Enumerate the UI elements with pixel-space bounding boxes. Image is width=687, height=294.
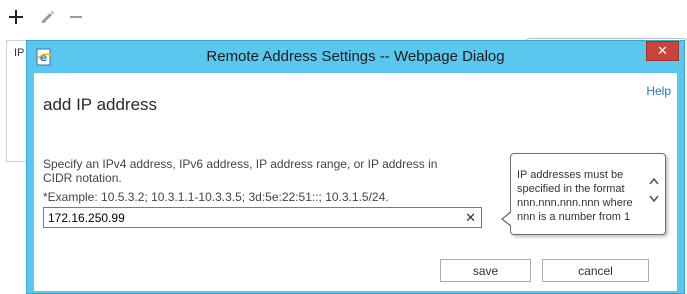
clear-input-icon[interactable]: ✕ xyxy=(465,209,476,226)
background-toolbar xyxy=(0,0,687,36)
background-panel: IP xyxy=(6,40,27,162)
dialog-content: add IP address Help Specify an IPv4 addr… xyxy=(34,73,677,291)
cancel-button[interactable]: cancel xyxy=(542,259,649,282)
pencil-icon[interactable] xyxy=(38,6,58,28)
tooltip-scroll-down-icon[interactable] xyxy=(647,194,661,206)
example-text: *Example: 10.5.3.2; 10.3.1.1-10.3.3.5; 3… xyxy=(43,190,389,204)
page-title: add IP address xyxy=(43,95,158,114)
tooltip-text: IP addresses must be specified in the fo… xyxy=(517,169,633,223)
ip-address-input[interactable] xyxy=(44,208,458,227)
plus-icon[interactable] xyxy=(6,6,26,28)
close-button[interactable]: ✕ xyxy=(646,41,679,61)
instructions-text: Specify an IPv4 address, IPv6 address, I… xyxy=(43,157,438,185)
remote-address-dialog: e Remote Address Settings -- Webpage Dia… xyxy=(26,40,685,294)
tooltip-scroll-up-icon[interactable] xyxy=(647,176,661,188)
background-panel-label: IP xyxy=(14,47,25,59)
validation-tooltip: IP addresses must be specified in the fo… xyxy=(510,153,666,235)
minus-icon[interactable] xyxy=(66,6,86,28)
save-button[interactable]: save xyxy=(440,259,531,282)
dialog-titlebar[interactable]: e Remote Address Settings -- Webpage Dia… xyxy=(27,41,684,73)
help-link[interactable]: Help xyxy=(646,84,671,98)
ip-address-field: ✕ xyxy=(43,207,482,228)
tooltip-pointer-fill xyxy=(503,212,512,226)
dialog-title: Remote Address Settings -- Webpage Dialo… xyxy=(206,48,505,65)
close-icon: ✕ xyxy=(657,43,668,58)
